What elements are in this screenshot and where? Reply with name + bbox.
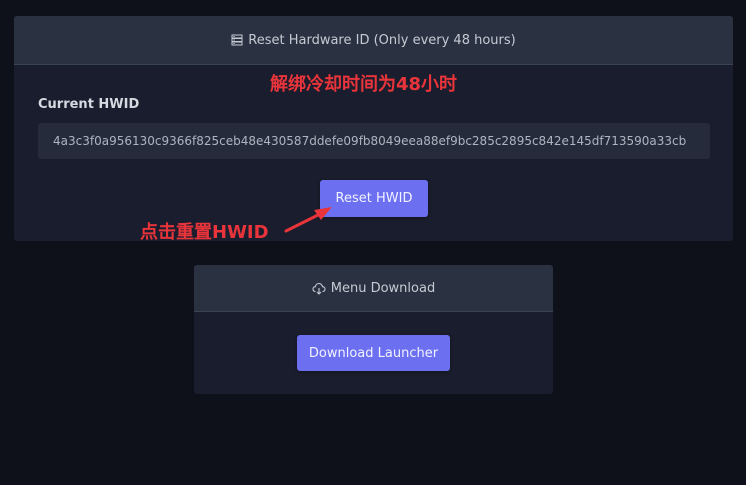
page: Reset Hardware ID (Only every 48 hours) …	[0, 0, 746, 485]
reset-hwid-card: Reset Hardware ID (Only every 48 hours) …	[14, 16, 733, 241]
menu-download-card: Menu Download Download Launcher	[194, 265, 553, 394]
menu-download-card-header: Menu Download	[194, 265, 553, 312]
download-launcher-button[interactable]: Download Launcher	[297, 335, 450, 371]
annotation-arrow-icon	[284, 207, 332, 233]
menu-download-card-title: Menu Download	[330, 280, 436, 296]
cloud-download-icon	[312, 282, 326, 295]
